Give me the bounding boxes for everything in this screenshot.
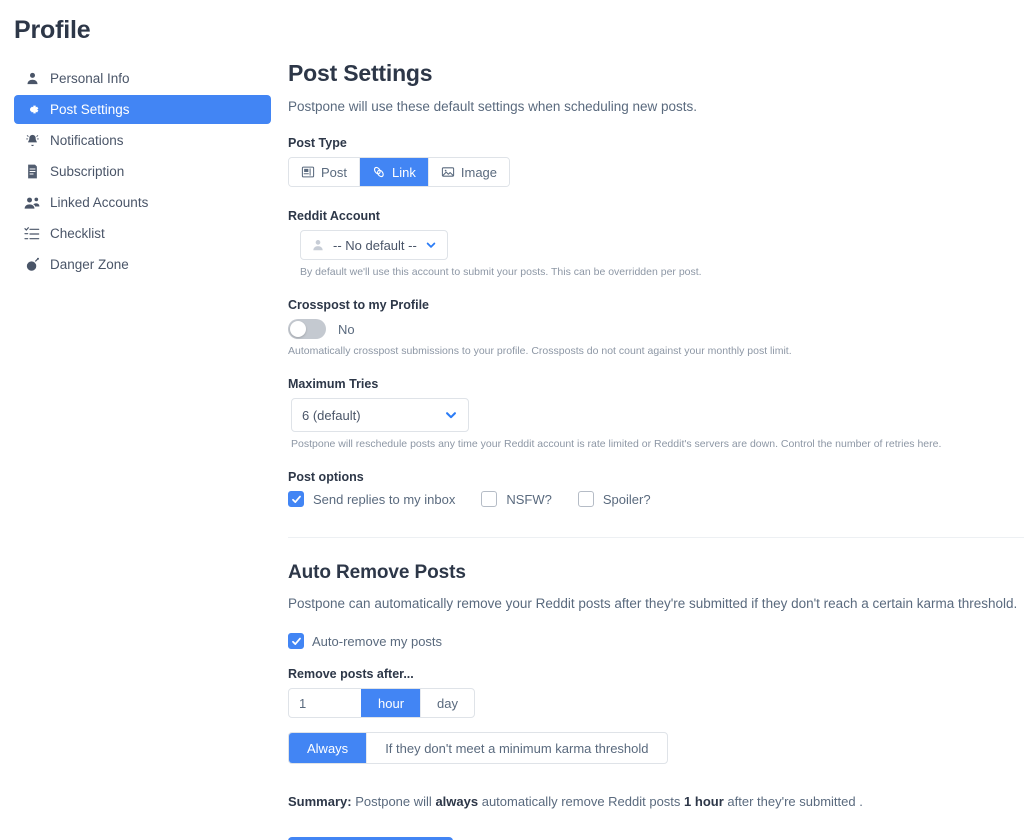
- remove-condition-karma-threshold[interactable]: If they don't meet a minimum karma thres…: [367, 733, 666, 763]
- remove-after-group: hour day: [288, 688, 475, 718]
- sidebar-item-label: Linked Accounts: [50, 195, 149, 210]
- crosspost-help: Automatically crosspost submissions to y…: [288, 345, 792, 357]
- user-icon: [24, 71, 40, 87]
- post-options-row: Send replies to my inbox NSFW? Spoiler?: [288, 491, 1024, 507]
- summary-bold-1: always: [435, 794, 479, 809]
- summary-part-2: automatically remove Reddit posts: [481, 794, 681, 809]
- summary-bold-2: 1 hour: [684, 794, 724, 809]
- sidebar-item-label: Notifications: [50, 133, 124, 148]
- sidebar-item-label: Checklist: [50, 226, 105, 241]
- sidebar-item-label: Post Settings: [50, 102, 130, 117]
- checkbox-nsfw[interactable]: [481, 491, 498, 507]
- sidebar-item-checklist[interactable]: Checklist: [14, 219, 271, 248]
- post-settings-heading: Post Settings: [288, 60, 433, 86]
- toggle-knob: [290, 321, 306, 337]
- sidebar-item-linked-accounts[interactable]: Linked Accounts: [14, 188, 271, 217]
- bomb-icon: [24, 257, 40, 273]
- sidebar-item-subscription[interactable]: Subscription: [14, 157, 271, 186]
- checkbox-nsfw-label: NSFW?: [506, 491, 552, 507]
- post-type-option-link[interactable]: Link: [360, 158, 429, 186]
- profile-settings-page: Profile Personal Info Post Settings Noti…: [0, 0, 1024, 840]
- remove-condition-always[interactable]: Always: [289, 733, 368, 763]
- post-options-label: Post options: [288, 470, 364, 484]
- maximum-tries-select[interactable]: 6 (default): [291, 398, 469, 432]
- page-title: Profile: [14, 16, 91, 44]
- sidebar-item-personal-info[interactable]: Personal Info: [14, 64, 271, 93]
- post-icon: [301, 165, 315, 179]
- remove-after-amount-input[interactable]: [289, 689, 361, 717]
- post-type-label: Post Type: [288, 136, 347, 150]
- remove-after-unit-day[interactable]: day: [420, 689, 474, 717]
- auto-remove-enable-row: Auto-remove my posts: [288, 633, 1024, 649]
- section-divider: [288, 537, 1024, 538]
- checkbox-auto-remove[interactable]: [288, 633, 304, 649]
- sidebar-item-label: Danger Zone: [50, 257, 129, 272]
- image-icon: [441, 165, 455, 179]
- remove-condition-group: Always If they don't meet a minimum karm…: [288, 732, 668, 764]
- chevron-down-icon: [444, 408, 458, 422]
- post-type-option-label: Link: [392, 164, 416, 180]
- post-type-option-label: Image: [460, 164, 498, 180]
- checkbox-spoiler[interactable]: [577, 491, 594, 507]
- reddit-account-help: By default we'll use this account to sub…: [300, 266, 702, 278]
- crosspost-label: Crosspost to my Profile: [288, 298, 429, 312]
- summary-prefix: Summary:: [288, 794, 352, 809]
- crosspost-toggle-row: No: [288, 319, 1024, 339]
- sidebar-item-label: Subscription: [50, 164, 125, 179]
- auto-remove-description: Postpone can automatically remove your R…: [288, 596, 1018, 611]
- sidebar-item-notifications[interactable]: Notifications: [14, 126, 271, 155]
- remove-after-unit-hour[interactable]: hour: [361, 689, 421, 717]
- reddit-account-select[interactable]: -- No default --: [300, 230, 448, 260]
- post-type-option-label: Post: [321, 164, 348, 180]
- chevron-down-icon: [425, 239, 437, 251]
- sidebar-item-danger-zone[interactable]: Danger Zone: [14, 250, 271, 279]
- task-list-icon: [24, 226, 40, 242]
- maximum-tries-value: 6 (default): [302, 407, 361, 423]
- checkbox-send-replies[interactable]: [288, 491, 304, 507]
- checkbox-auto-remove-label: Auto-remove my posts: [312, 633, 443, 649]
- users-icon: [24, 195, 40, 211]
- maximum-tries-label: Maximum Tries: [288, 377, 379, 391]
- gear-icon: [24, 102, 40, 118]
- reddit-account-value: -- No default --: [333, 237, 417, 253]
- receipt-icon: [24, 164, 40, 180]
- summary-part-1: Postpone will: [355, 794, 432, 809]
- reddit-account-label: Reddit Account: [288, 209, 380, 223]
- settings-sidebar: Personal Info Post Settings Notification…: [0, 64, 285, 279]
- maximum-tries-help: Postpone will reschedule posts any time …: [291, 438, 942, 450]
- checkbox-spoiler-label: Spoiler?: [602, 491, 651, 507]
- post-type-option-image[interactable]: Image: [428, 158, 510, 186]
- sidebar-item-label: Personal Info: [50, 71, 130, 86]
- post-type-button-group: Post Link Image: [288, 157, 511, 187]
- remove-after-label: Remove posts after...: [288, 667, 414, 681]
- post-settings-description: Postpone will use these default settings…: [288, 99, 698, 114]
- bell-icon: [24, 133, 40, 149]
- auto-remove-summary: Summary: Postpone will always automatica…: [288, 794, 1024, 809]
- settings-main-panel: Post Settings Postpone will use these de…: [288, 0, 1024, 840]
- sidebar-item-post-settings[interactable]: Post Settings: [14, 95, 271, 124]
- auto-remove-heading: Auto Remove Posts: [288, 562, 466, 583]
- avatar-icon: [311, 238, 325, 252]
- checkbox-send-replies-label: Send replies to my inbox: [313, 491, 456, 507]
- crosspost-toggle[interactable]: [288, 319, 326, 339]
- summary-part-3: after they're submitted .: [727, 794, 863, 809]
- link-icon: [372, 165, 386, 179]
- crosspost-state-label: No: [338, 321, 355, 337]
- post-type-option-post[interactable]: Post: [289, 158, 361, 186]
